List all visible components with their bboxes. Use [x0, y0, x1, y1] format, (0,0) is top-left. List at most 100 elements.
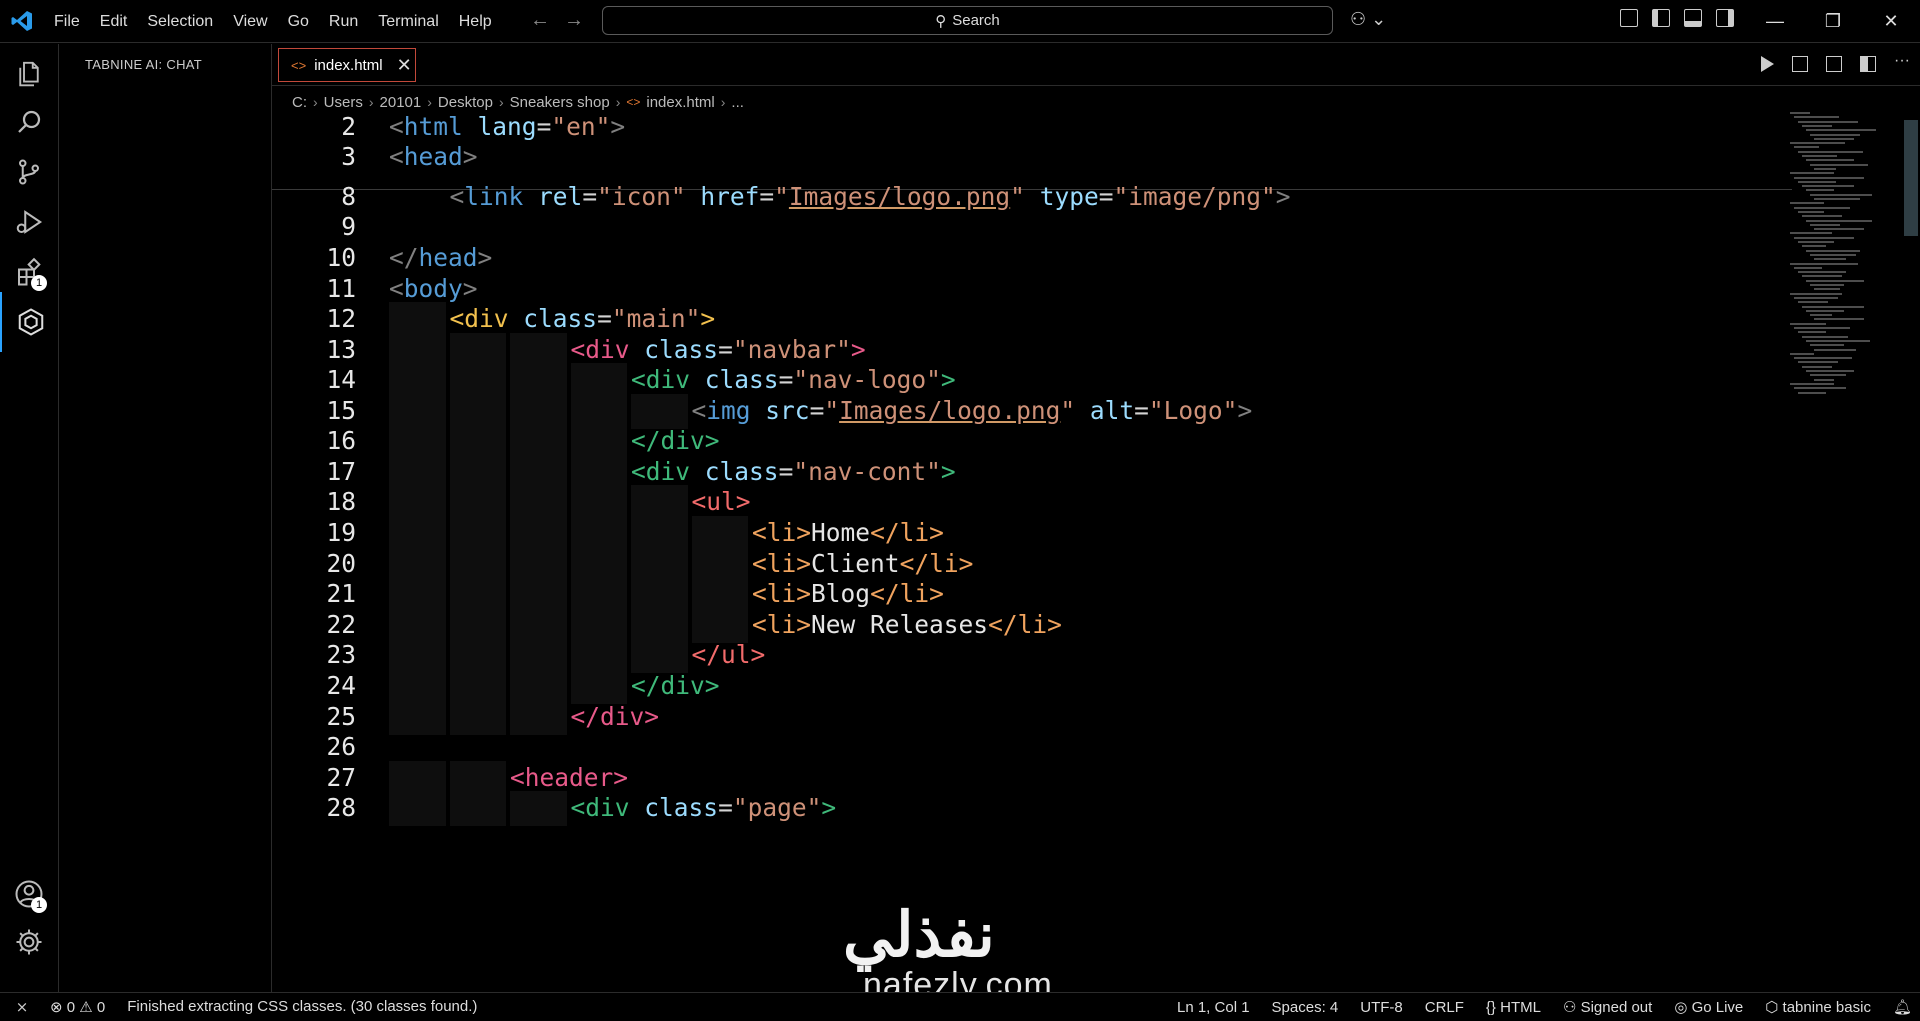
close-tab-icon[interactable]: ✕	[397, 55, 412, 76]
customize-layout-icon[interactable]	[1620, 9, 1638, 27]
code-token: >	[929, 579, 944, 608]
minimap-line	[1806, 279, 1864, 282]
language-mode[interactable]: {} HTML	[1486, 999, 1541, 1016]
breadcrumb-separator: ›	[313, 94, 318, 110]
code-token: >	[958, 549, 974, 578]
notifications-bell-icon[interactable]: 🔔︎	[1893, 998, 1912, 1016]
tab-index-html[interactable]: <> index.html ✕	[278, 48, 416, 82]
line-ending[interactable]: CRLF	[1425, 999, 1464, 1016]
editor-scrollbar[interactable]	[1904, 120, 1918, 236]
code-token: <	[752, 579, 767, 608]
indentation[interactable]: Spaces: 4	[1272, 999, 1339, 1016]
breadcrumb-item[interactable]: C:	[292, 94, 307, 111]
code-token: "nav-cont"	[793, 457, 941, 486]
tabnine-chat-panel: TABNINE AI: CHAT	[59, 44, 272, 992]
code-token: "image/png"	[1113, 182, 1276, 211]
menu-terminal[interactable]: Terminal	[368, 13, 448, 31]
search-box[interactable]: ⚲ Search	[602, 6, 1333, 35]
code-token: "main"	[611, 304, 701, 333]
encoding[interactable]: UTF-8	[1360, 999, 1403, 1016]
breadcrumb-item[interactable]: Desktop	[438, 94, 493, 111]
search-icon: ⚲	[935, 12, 947, 30]
code-editor[interactable]: 2 <html lang="en"> 3 <head> 8 <link rel="icon…	[272, 114, 1920, 992]
minimap-line	[1802, 245, 1826, 248]
code-token: =	[809, 396, 825, 425]
minimap-line	[1798, 180, 1836, 183]
tabnine-status[interactable]: ⬡ tabnine basic	[1765, 998, 1871, 1016]
code-token: head	[418, 243, 478, 272]
code-token: >	[613, 763, 629, 792]
minimap-line	[1790, 382, 1834, 385]
more-actions-icon[interactable]: ···	[1894, 53, 1910, 72]
open-changes-icon[interactable]	[1826, 56, 1842, 72]
settings-gear-icon[interactable]	[0, 912, 58, 972]
remote-icon[interactable]: ⨯	[0, 998, 44, 1016]
code-token: >	[735, 487, 751, 516]
code-line[interactable]: 28 <div class="page">	[272, 789, 1792, 826]
code-token: </	[570, 702, 601, 731]
copilot-icon[interactable]: ⚇ ⌄	[1350, 9, 1386, 30]
code-token: =	[718, 793, 733, 822]
breadcrumb-item[interactable]: Users	[324, 94, 363, 111]
cursor-position[interactable]: Ln 1, Col 1	[1177, 999, 1250, 1016]
code-token: div	[585, 335, 630, 364]
breadcrumb-item[interactable]: Sneakers shop	[510, 94, 610, 111]
menu-selection[interactable]: Selection	[137, 13, 223, 31]
code-token: >	[750, 640, 766, 669]
back-arrow-icon[interactable]: ←	[530, 9, 550, 32]
toggle-panel-icon[interactable]	[1684, 9, 1702, 27]
minimap-line	[1810, 133, 1860, 136]
go-live-button[interactable]: ◎ Go Live	[1674, 998, 1743, 1016]
minimap-line	[1814, 318, 1864, 321]
minimap-line	[1802, 155, 1837, 157]
problems-indicator[interactable]: ⊗ 0 ⚠ 0	[50, 998, 105, 1016]
layout-controls	[1620, 9, 1734, 27]
code-token: div	[585, 793, 630, 822]
minimap-line	[1806, 129, 1876, 132]
error-icon: ⊗	[50, 998, 63, 1016]
menu-view[interactable]: View	[223, 13, 277, 31]
code-token: Images/logo.png	[788, 182, 1011, 211]
minimap-line	[1810, 374, 1846, 377]
code-token: >	[477, 243, 493, 272]
toggle-sidebar-icon[interactable]	[1652, 9, 1670, 27]
code-token: li	[899, 518, 930, 547]
code-token: =	[597, 304, 612, 333]
tabnine-icon[interactable]	[0, 292, 60, 352]
forward-arrow-icon[interactable]: →	[564, 9, 584, 32]
close-window-icon[interactable]: ✕	[1862, 0, 1920, 43]
code-token: >	[704, 426, 720, 455]
search-label: Search	[952, 12, 1000, 29]
menu-help[interactable]: Help	[449, 13, 502, 31]
breadcrumb-item[interactable]: 20101	[380, 94, 422, 111]
code-token: "icon"	[597, 182, 686, 211]
code-line[interactable]: 3 <head>	[272, 138, 1792, 175]
code-token: <	[389, 142, 404, 171]
open-preview-icon[interactable]	[1792, 56, 1808, 72]
minimap[interactable]	[1790, 112, 1910, 482]
code-token: li	[899, 579, 930, 608]
minimap-line	[1814, 378, 1834, 381]
menu-edit[interactable]: Edit	[90, 13, 138, 31]
restore-icon[interactable]: ❐	[1804, 0, 1862, 43]
code-token: >	[940, 365, 956, 394]
code-token: =	[582, 182, 598, 211]
account-status[interactable]: ⚇ Signed out	[1563, 998, 1652, 1016]
line-number: 28	[326, 793, 356, 822]
minimize-icon[interactable]: —	[1746, 0, 1804, 43]
code-token: </	[988, 610, 1018, 639]
menu-go[interactable]: Go	[278, 13, 319, 31]
code-token: >	[700, 304, 716, 333]
minimap-line	[1798, 301, 1828, 304]
minimap-line	[1794, 327, 1850, 329]
toggle-secondary-sidebar-icon[interactable]	[1716, 9, 1734, 27]
code-token: <	[631, 365, 646, 394]
minimap-line	[1806, 309, 1844, 312]
run-icon[interactable]	[1761, 56, 1774, 72]
split-editor-icon[interactable]	[1860, 56, 1876, 72]
menu-run[interactable]: Run	[319, 13, 368, 31]
menu-file[interactable]: File	[44, 13, 90, 31]
breadcrumb-item[interactable]: index.html	[646, 94, 714, 111]
breadcrumb-item[interactable]: ...	[731, 94, 744, 111]
